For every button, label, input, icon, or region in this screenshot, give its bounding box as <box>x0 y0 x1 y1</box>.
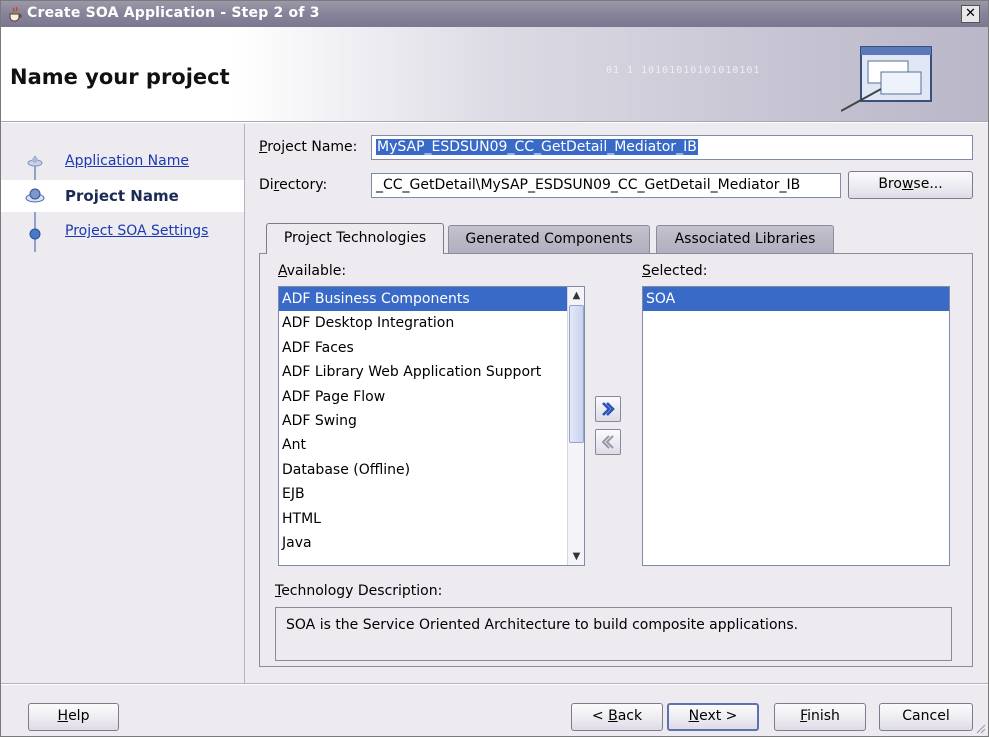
wizard-header: 01 1 10101010101010101 Name your project <box>1 27 988 121</box>
train-step-project-soa-settings[interactable]: Project SOA Settings <box>1 216 244 248</box>
current-step-icon <box>25 188 45 203</box>
available-technology-item[interactable]: EJB <box>279 482 584 506</box>
wizard-window: Create SOA Application - Step 2 of 3 ✕ 0… <box>0 0 989 737</box>
available-technology-item[interactable]: ADF Swing <box>279 409 584 433</box>
technology-description-box: SOA is the Service Oriented Architecture… <box>275 607 952 661</box>
train-step-label[interactable]: Application Name <box>65 153 189 169</box>
project-name-label: Project Name: <box>259 139 358 155</box>
close-icon: ✕ <box>965 6 976 21</box>
directory-input[interactable]: _CC_GetDetail\MySAP_ESDSUN09_CC_GetDetai… <box>371 173 841 198</box>
window-title: Create SOA Application - Step 2 of 3 <box>27 5 320 21</box>
remove-from-selected-button[interactable] <box>595 429 621 455</box>
tab-generated-components[interactable]: Generated Components <box>448 225 650 253</box>
double-chevron-right-icon <box>602 402 615 416</box>
selected-technology-item[interactable]: SOA <box>643 287 949 312</box>
directory-label: Directory: <box>259 177 328 193</box>
close-button[interactable]: ✕ <box>961 5 980 23</box>
wizard-train: Application Name Project Name Project SO… <box>1 124 245 683</box>
available-technology-item[interactable]: Database (Offline) <box>279 458 584 482</box>
wizard-window-icon <box>841 46 932 112</box>
banner-binary-decoration: 01 1 10101010101010101 <box>606 65 761 76</box>
resize-grip-icon[interactable] <box>974 722 986 734</box>
java-cup-icon <box>9 6 22 22</box>
selected-label: Selected: <box>642 263 708 279</box>
tab-associated-libraries[interactable]: Associated Libraries <box>656 225 834 253</box>
available-technologies-list[interactable]: ADF Business Components ADF Desktop Integ… <box>278 286 585 566</box>
add-to-selected-button[interactable] <box>595 396 621 422</box>
double-chevron-left-icon <box>601 435 614 449</box>
available-technology-item[interactable]: HTML <box>279 507 584 531</box>
train-step-label[interactable]: Project SOA Settings <box>65 223 208 239</box>
title-bar[interactable]: Create SOA Application - Step 2 of 3 ✕ <box>1 1 988 27</box>
cancel-button[interactable]: Cancel <box>879 703 973 731</box>
available-technology-item[interactable]: Ant <box>279 433 584 457</box>
available-rows: ADF Business Components ADF Desktop Integ… <box>279 287 584 555</box>
next-step-icon <box>29 228 41 240</box>
directory-value: _CC_GetDetail\MySAP_ESDSUN09_CC_GetDetai… <box>376 177 801 193</box>
train-step-project-name[interactable]: Project Name <box>1 180 244 212</box>
project-name-value: MySAP_ESDSUN09_CC_GetDetail_Mediator_IB <box>376 139 698 155</box>
technology-description-label: Technology Description: <box>275 583 443 599</box>
available-technology-item[interactable]: ADF Library Web Application Support <box>279 360 584 384</box>
finish-button[interactable]: Finish <box>774 703 866 731</box>
header-separator <box>1 121 988 123</box>
help-button[interactable]: Help <box>28 703 119 731</box>
scroll-up-icon[interactable]: ▲ <box>569 288 584 303</box>
selected-technologies-list[interactable]: SOA <box>642 286 950 566</box>
train-step-label: Project Name <box>65 187 179 205</box>
available-technology-item[interactable]: Java <box>279 531 584 555</box>
available-technology-item[interactable]: ADF Page Flow <box>279 385 584 409</box>
train-step-application-name[interactable]: Application Name <box>1 146 244 178</box>
available-technology-item[interactable]: ADF Business Components <box>279 287 584 312</box>
project-name-input[interactable]: MySAP_ESDSUN09_CC_GetDetail_Mediator_IB <box>371 135 973 160</box>
visited-step-icon <box>27 157 43 167</box>
selected-rows: SOA <box>643 287 949 312</box>
available-scrollbar[interactable]: ▲ ▼ <box>567 287 584 565</box>
browse-button[interactable]: Browse... <box>848 171 973 199</box>
technology-description-text: SOA is the Service Oriented Architecture… <box>286 617 799 633</box>
tab-project-technologies[interactable]: Project Technologies <box>266 223 444 254</box>
page-title: Name your project <box>10 65 230 89</box>
next-button[interactable]: Next > <box>667 703 759 731</box>
available-technology-item[interactable]: ADF Faces <box>279 336 584 360</box>
available-label: Available: <box>278 263 347 279</box>
scroll-thumb[interactable] <box>569 305 584 443</box>
scroll-down-icon[interactable]: ▼ <box>569 549 584 564</box>
footer-separator <box>1 683 988 685</box>
available-technology-item[interactable]: ADF Desktop Integration <box>279 311 584 335</box>
back-button[interactable]: < Back <box>571 703 663 731</box>
